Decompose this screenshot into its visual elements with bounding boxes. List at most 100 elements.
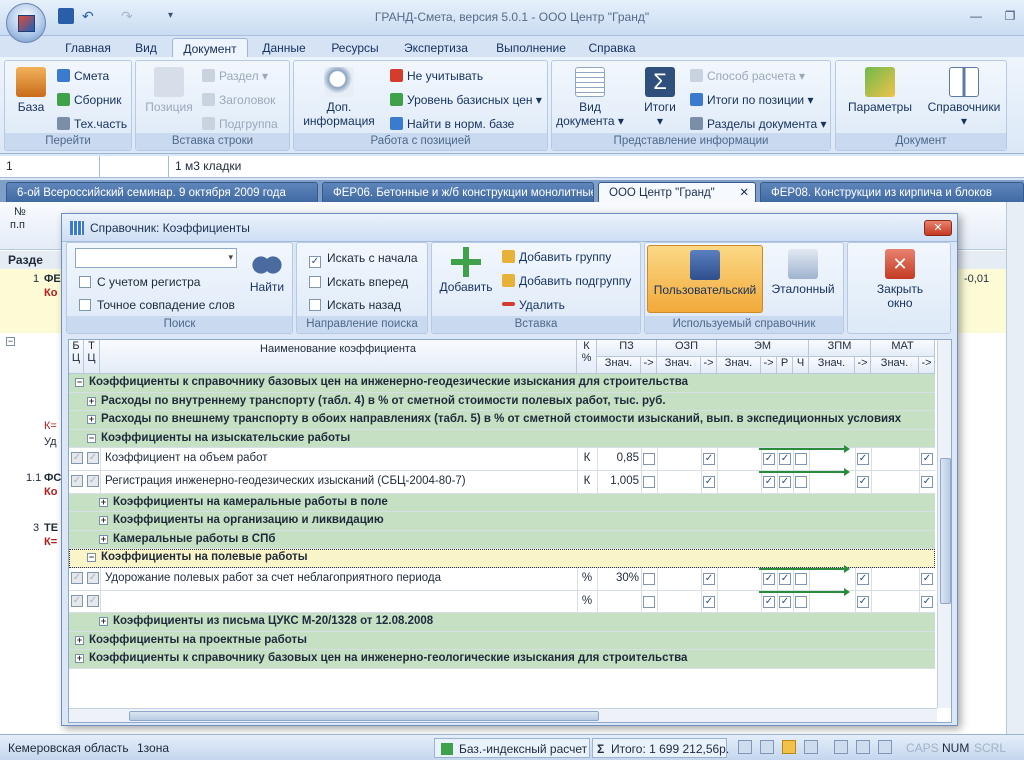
status-icon-6[interactable]: [856, 740, 870, 754]
heading-button[interactable]: Заголовок: [202, 92, 275, 108]
search-dropdown-icon[interactable]: ▾: [228, 252, 233, 263]
mat-arrow-checkbox[interactable]: ✓: [921, 573, 933, 585]
search-forward-checkbox[interactable]: [309, 276, 321, 288]
total-indicator[interactable]: Σ Итого: 1 699 212,56р.: [592, 738, 729, 758]
totals-button[interactable]: Σ Итоги ▾: [630, 67, 690, 128]
coefficient-row[interactable]: ✓ ✓ Коэффициент на объем работ К 0,85 ✓ ✓ ✓ ✓ ✓: [69, 445, 935, 471]
parameters-button[interactable]: Параметры: [840, 67, 920, 114]
doc-sections-button[interactable]: Разделы документа ▾: [690, 116, 827, 132]
zpm-arrow-checkbox[interactable]: ✓: [857, 453, 869, 466]
close-tab-icon[interactable]: ✕: [739, 183, 749, 202]
add-button[interactable]: Добавить: [436, 247, 496, 294]
tab-help[interactable]: Справка: [582, 38, 642, 58]
group-row[interactable]: − Коэффициенты на изыскательские работы: [69, 429, 935, 449]
grid-vertical-scrollbar[interactable]: [937, 340, 951, 708]
status-icon-1[interactable]: [738, 740, 752, 754]
pz-value[interactable]: 0,85: [599, 452, 639, 464]
group-row[interactable]: + Коэффициенты к справочнику базовых цен …: [69, 650, 935, 669]
zpm-arrow-checkbox[interactable]: ✓: [857, 595, 869, 608]
base-button[interactable]: База: [9, 67, 53, 114]
group-row[interactable]: + Коэффициенты на проектные работы: [69, 631, 935, 651]
search-from-start-option[interactable]: ✓ Искать с начала: [309, 251, 418, 268]
expand-icon[interactable]: +: [75, 654, 84, 664]
em-r-checkbox[interactable]: ✓: [779, 595, 791, 608]
sheet-collapse-icon[interactable]: −: [6, 337, 15, 346]
add-group-button[interactable]: Добавить группу: [502, 249, 611, 265]
delete-button[interactable]: Удалить: [502, 297, 565, 313]
ignore-button[interactable]: Не учитывать: [390, 68, 483, 84]
dialog-close-icon[interactable]: ✕: [924, 220, 952, 236]
add-subgroup-button[interactable]: Добавить подгруппу: [502, 273, 631, 289]
status-icon-5[interactable]: [834, 740, 848, 754]
undo-icon[interactable]: ↶: [82, 8, 98, 24]
em-ch-checkbox[interactable]: [795, 453, 807, 466]
zpm-arrow-checkbox[interactable]: ✓: [857, 476, 869, 488]
em-r-checkbox[interactable]: ✓: [779, 573, 791, 585]
em-r-checkbox[interactable]: ✓: [779, 453, 791, 466]
estimate-button[interactable]: Смета: [57, 68, 109, 84]
cell-value[interactable]: 1 м3 кладки: [168, 156, 1024, 177]
em-arrow-checkbox[interactable]: ✓: [763, 476, 775, 488]
zpm-arrow-checkbox[interactable]: ✓: [857, 573, 869, 585]
exact-match-option[interactable]: Точное совпадение слов: [79, 298, 235, 312]
find-in-norm-base-button[interactable]: Найти в норм. базе: [390, 116, 514, 132]
save-icon[interactable]: [58, 8, 74, 24]
expand-icon[interactable]: +: [75, 635, 84, 645]
grid-hscroll-thumb[interactable]: [129, 711, 599, 721]
ozp-arrow-checkbox[interactable]: ✓: [703, 453, 715, 466]
pz-arrow-checkbox[interactable]: [643, 453, 655, 466]
ozp-arrow-checkbox[interactable]: ✓: [703, 595, 715, 608]
tab-data[interactable]: Данные: [254, 38, 314, 58]
find-button[interactable]: Найти: [245, 247, 289, 294]
expand-icon[interactable]: +: [99, 617, 108, 627]
coefficient-row[interactable]: ✓ ✓ Регистрация инженерно-геодезических из…: [69, 468, 935, 494]
em-arrow-checkbox[interactable]: ✓: [763, 595, 775, 608]
em-r-checkbox[interactable]: ✓: [779, 476, 791, 488]
search-from-start-checkbox[interactable]: ✓: [309, 256, 321, 268]
expand-icon[interactable]: +: [87, 415, 96, 425]
doc-tab-fer06[interactable]: ФЕР06. Бетонные и ж/б конструкции моноли…: [322, 182, 594, 202]
coefficient-row[interactable]: ✓ ✓% ✓ ✓ ✓ ✓ ✓: [69, 587, 935, 614]
exact-match-checkbox[interactable]: [79, 299, 91, 311]
redo-icon[interactable]: ↷: [121, 8, 137, 24]
doc-view-button[interactable]: Вид документа ▾: [556, 67, 624, 128]
group-row[interactable]: − Коэффициенты к справочнику базовых цен …: [69, 374, 935, 393]
close-window-button[interactable]: ✕ Закрыть окно: [860, 249, 940, 310]
tc-checkbox[interactable]: ✓: [87, 475, 99, 487]
group-row[interactable]: + Камеральные работы в СПб: [69, 530, 935, 550]
ozp-arrow-checkbox[interactable]: ✓: [703, 476, 715, 488]
subgroup-button[interactable]: Подгруппа: [202, 116, 278, 132]
pz-value[interactable]: 1,005: [599, 475, 639, 487]
standard-reference-button[interactable]: Эталонный: [767, 249, 839, 296]
base-price-level-button[interactable]: Уровень базисных цен ▾: [390, 92, 542, 108]
group-row[interactable]: + Расходы по внешнему транспорту в обоих …: [69, 411, 935, 430]
search-back-checkbox[interactable]: [309, 299, 321, 311]
status-icon-7[interactable]: [878, 740, 892, 754]
group-row[interactable]: + Коэффициенты на организацию и ликвидаци…: [69, 512, 935, 531]
restore-icon[interactable]: ❐: [1000, 8, 1020, 24]
search-input[interactable]: ▾: [75, 248, 237, 268]
group-row[interactable]: + Расходы по внутреннему транспорту (табл…: [69, 392, 935, 412]
collapse-icon[interactable]: −: [87, 553, 96, 563]
em-arrow-checkbox[interactable]: ✓: [763, 453, 775, 466]
expand-icon[interactable]: +: [99, 497, 108, 507]
pz-arrow-checkbox[interactable]: [643, 573, 655, 585]
calc-method-button[interactable]: Способ расчета ▾: [690, 68, 805, 84]
collapse-icon[interactable]: −: [87, 433, 96, 443]
status-icon-2[interactable]: [760, 740, 774, 754]
tab-execution[interactable]: Выполнение: [482, 38, 580, 58]
group-row[interactable]: + Коэффициенты из письма ЦУКС М-20/1328 о…: [69, 613, 935, 632]
bc-checkbox[interactable]: ✓: [71, 452, 83, 465]
bc-checkbox[interactable]: ✓: [71, 475, 83, 487]
em-ch-checkbox[interactable]: [795, 595, 807, 608]
tc-checkbox[interactable]: ✓: [87, 572, 99, 584]
mat-arrow-checkbox[interactable]: ✓: [921, 595, 933, 608]
pz-arrow-checkbox[interactable]: [643, 476, 655, 488]
expand-icon[interactable]: +: [99, 534, 108, 544]
search-forward-option[interactable]: Искать вперед: [309, 275, 408, 289]
customize-qat-icon[interactable]: ▾: [168, 8, 184, 24]
bc-checkbox[interactable]: ✓: [71, 594, 83, 607]
doc-tab-center-grand[interactable]: ООО Центр "Гранд" ✕: [598, 182, 756, 202]
extra-info-button[interactable]: Доп. информация: [300, 67, 378, 128]
collection-button[interactable]: Сборник: [57, 92, 121, 108]
